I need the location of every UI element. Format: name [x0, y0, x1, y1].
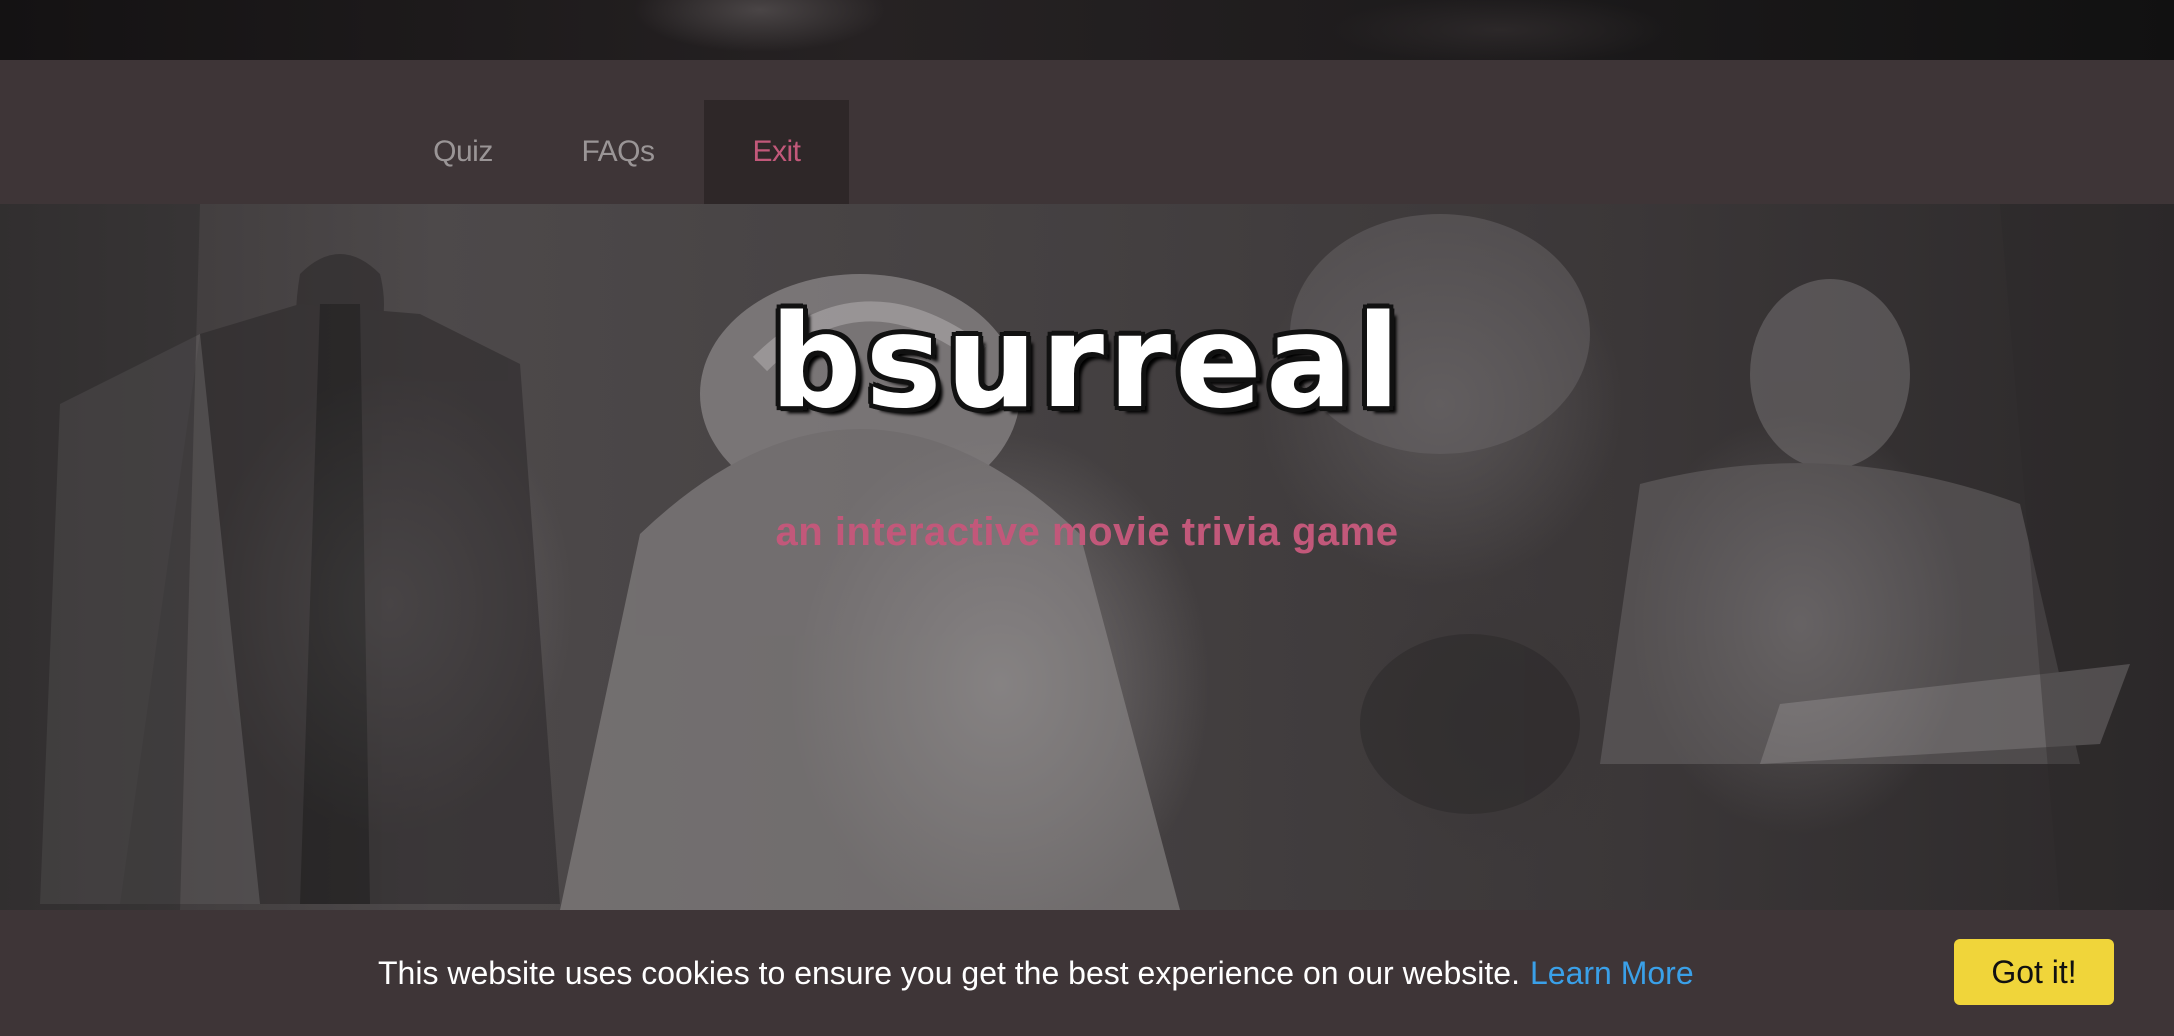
- cookie-message-row: This website uses cookies to ensure you …: [378, 910, 1694, 1036]
- site-logo[interactable]: bsurreal: [0, 299, 2174, 427]
- nav-menu: Quiz FAQs Exit: [394, 100, 849, 204]
- cookie-consent-banner: This website uses cookies to ensure you …: [0, 910, 2174, 1036]
- hero-banner: bsurreal an interactive movie trivia gam…: [0, 204, 2174, 910]
- nav-item-faqs[interactable]: FAQs: [532, 100, 704, 204]
- nav-item-quiz[interactable]: Quiz: [394, 100, 532, 204]
- navbar: Quiz FAQs Exit: [0, 60, 2174, 204]
- got-it-button[interactable]: Got it!: [1954, 939, 2114, 1005]
- cookie-message: This website uses cookies to ensure you …: [378, 954, 1520, 991]
- header-background-photo: [0, 0, 2174, 60]
- nav-item-exit[interactable]: Exit: [704, 100, 849, 204]
- learn-more-link[interactable]: Learn More: [1530, 955, 1694, 992]
- site-tagline: an interactive movie trivia game: [775, 510, 1399, 554]
